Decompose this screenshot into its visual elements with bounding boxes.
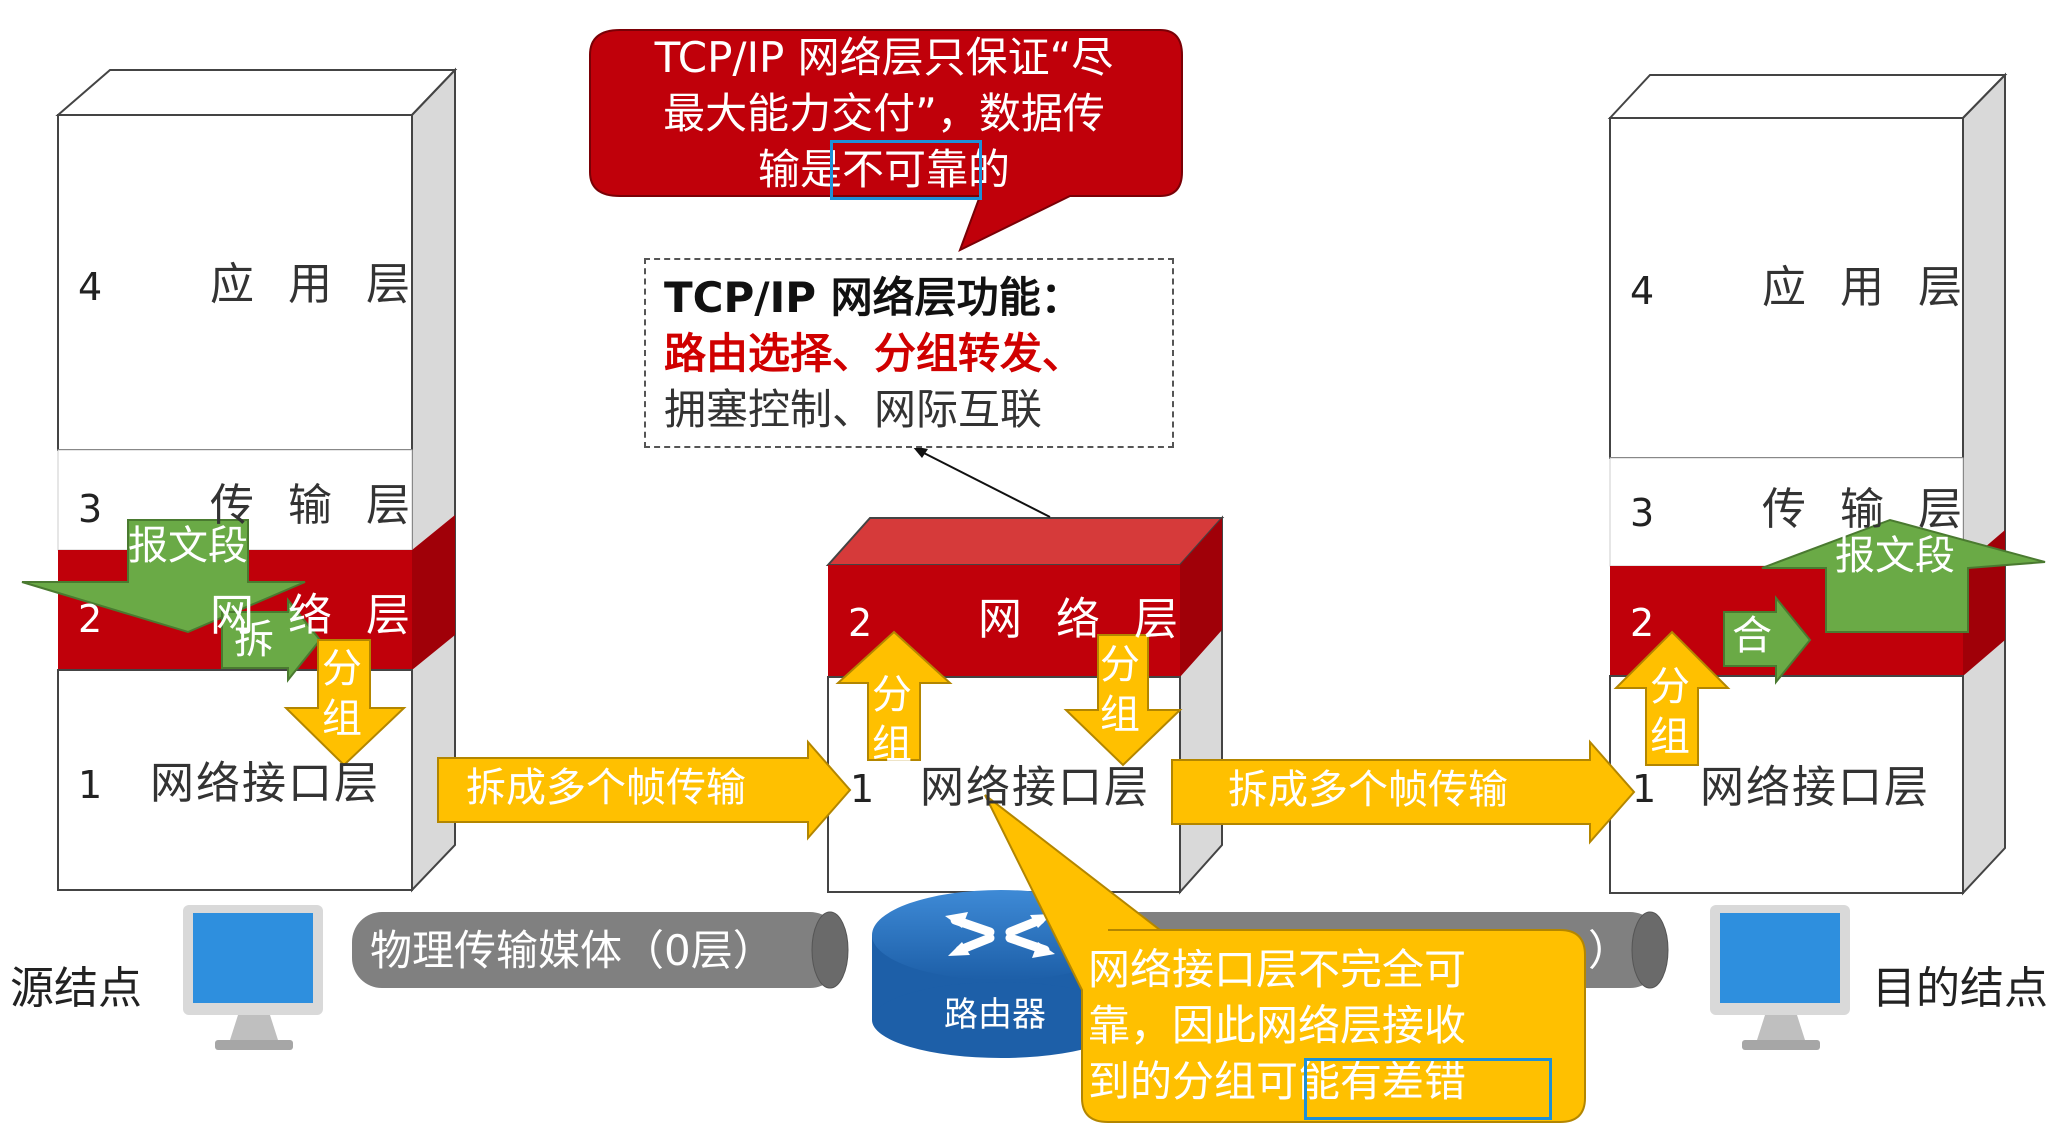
dest-layer3-name: 传 输 层	[1762, 484, 1972, 535]
source-layer4-name: 应 用 层	[210, 259, 420, 310]
source-layer2-num: 2	[78, 597, 103, 641]
frames-label-2: 拆成多个帧传输	[1228, 767, 1508, 813]
yellow-callout-line3-a: 到的分组	[1088, 1057, 1257, 1106]
source-computer-icon	[183, 905, 323, 1050]
router-layer2-num: 2	[848, 601, 873, 645]
red-callout-line1: TCP/IP 网络层只保证“尽	[654, 33, 1114, 82]
router-layer1-name: 网络接口层	[920, 762, 1150, 813]
source-node-label: 源结点	[10, 963, 142, 1014]
dest-segment-label: 报文段	[1835, 533, 1955, 579]
media-label: 物理传输媒体（0层）	[370, 926, 775, 975]
highlight-box-errors	[1304, 1058, 1552, 1120]
source-segment-text: 报文段	[128, 523, 248, 569]
highlight-box-unreliable	[830, 140, 982, 200]
dest-layer2-num: 2	[1630, 601, 1655, 645]
function-highlight: 路由选择、分组转发、	[664, 329, 1085, 378]
yellow-callout-line1: 网络接口层不完全可	[1088, 945, 1467, 994]
router-layer2-name: 网 络 层	[978, 594, 1188, 645]
red-callout-line2: 最大能力交付”，数据传	[663, 89, 1105, 138]
media-label-2-tail: ）	[1588, 926, 1631, 975]
router-label: 路由器	[944, 995, 1046, 1035]
function-rest: 拥塞控制、网际互联	[664, 385, 1043, 434]
pointer-line	[917, 449, 1051, 518]
dest-layer3-num: 3	[1630, 491, 1655, 535]
source-layer3-num: 3	[78, 487, 103, 531]
dest-node-label: 目的结点	[1872, 963, 2048, 1014]
dest-packet-label: 分组	[1650, 664, 1690, 760]
dest-computer-icon	[1710, 905, 1850, 1050]
source-segment-label: 报文段	[128, 520, 248, 572]
router-layer1-num: 1	[850, 767, 875, 811]
dest-layer1-name: 网络接口层	[1700, 762, 1930, 813]
source-split-label: 拆	[234, 617, 274, 663]
frames-label-1: 拆成多个帧传输	[466, 765, 746, 811]
source-layer4-num: 4	[78, 265, 103, 309]
network-layer-function-box: TCP/IP 网络层功能： 路由选择、分组转发、 拥塞控制、网际互联	[644, 258, 1174, 448]
router-packet-down-label: 分组	[1100, 642, 1140, 738]
dest-merge-label: 合	[1732, 613, 1772, 659]
router-packet-up-label: 分组	[872, 672, 912, 768]
source-layer1-num: 1	[78, 763, 103, 807]
dest-layer4-name: 应 用 层	[1762, 262, 1972, 313]
yellow-callout-line2: 靠，因此网络层接收	[1088, 1001, 1467, 1050]
function-title: TCP/IP 网络层功能：	[664, 273, 1083, 322]
source-layer1-name: 网络接口层	[150, 758, 380, 809]
dest-layer1-num: 1	[1632, 767, 1657, 811]
dest-layer4-num: 4	[1630, 269, 1655, 313]
source-packet-label: 分组	[322, 646, 362, 742]
